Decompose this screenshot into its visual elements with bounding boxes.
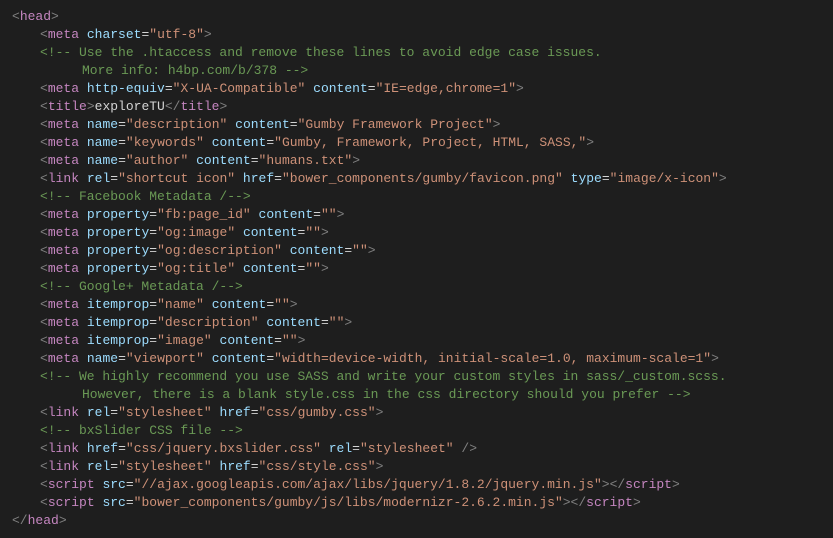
code-line: <title>exploreTU</title> xyxy=(12,98,833,116)
code-line: <meta property="og:title" content=""> xyxy=(12,260,833,278)
code-line: <meta property="fb:page_id" content=""> xyxy=(12,206,833,224)
code-line: <link rel="stylesheet" href="css/style.c… xyxy=(12,458,833,476)
code-line: <meta name="author" content="humans.txt"… xyxy=(12,152,833,170)
code-line: <script src="bower_components/gumby/js/l… xyxy=(12,494,833,512)
code-comment: More info: h4bp.com/b/378 --> xyxy=(12,62,833,80)
code-line: <meta name="description" content="Gumby … xyxy=(12,116,833,134)
code-line: <script src="//ajax.googleapis.com/ajax/… xyxy=(12,476,833,494)
code-line: <meta property="og:description" content=… xyxy=(12,242,833,260)
code-comment: <!-- Facebook Metadata /--> xyxy=(12,188,833,206)
code-line: <meta property="og:image" content=""> xyxy=(12,224,833,242)
code-line: <meta itemprop="description" content=""> xyxy=(12,314,833,332)
code-comment: <!-- bxSlider CSS file --> xyxy=(12,422,833,440)
code-comment: <!-- Google+ Metadata /--> xyxy=(12,278,833,296)
code-comment: <!-- We highly recommend you use SASS an… xyxy=(12,368,833,386)
code-line: <meta itemprop="name" content=""> xyxy=(12,296,833,314)
code-line: <meta name="keywords" content="Gumby, Fr… xyxy=(12,134,833,152)
code-line: <meta name="viewport" content="width=dev… xyxy=(12,350,833,368)
code-line: <head> xyxy=(12,8,833,26)
code-line: <link href="css/jquery.bxslider.css" rel… xyxy=(12,440,833,458)
code-editor[interactable]: <head> <meta charset="utf-8"> <!-- Use t… xyxy=(12,8,833,530)
code-line: <meta http-equiv="X-UA-Compatible" conte… xyxy=(12,80,833,98)
code-line: <meta itemprop="image" content=""> xyxy=(12,332,833,350)
code-line: <link rel="stylesheet" href="css/gumby.c… xyxy=(12,404,833,422)
code-line: <meta charset="utf-8"> xyxy=(12,26,833,44)
code-comment: <!-- Use the .htaccess and remove these … xyxy=(12,44,833,62)
code-comment: However, there is a blank style.css in t… xyxy=(12,386,833,404)
code-line: <link rel="shortcut icon" href="bower_co… xyxy=(12,170,833,188)
code-line: </head> xyxy=(12,512,833,530)
